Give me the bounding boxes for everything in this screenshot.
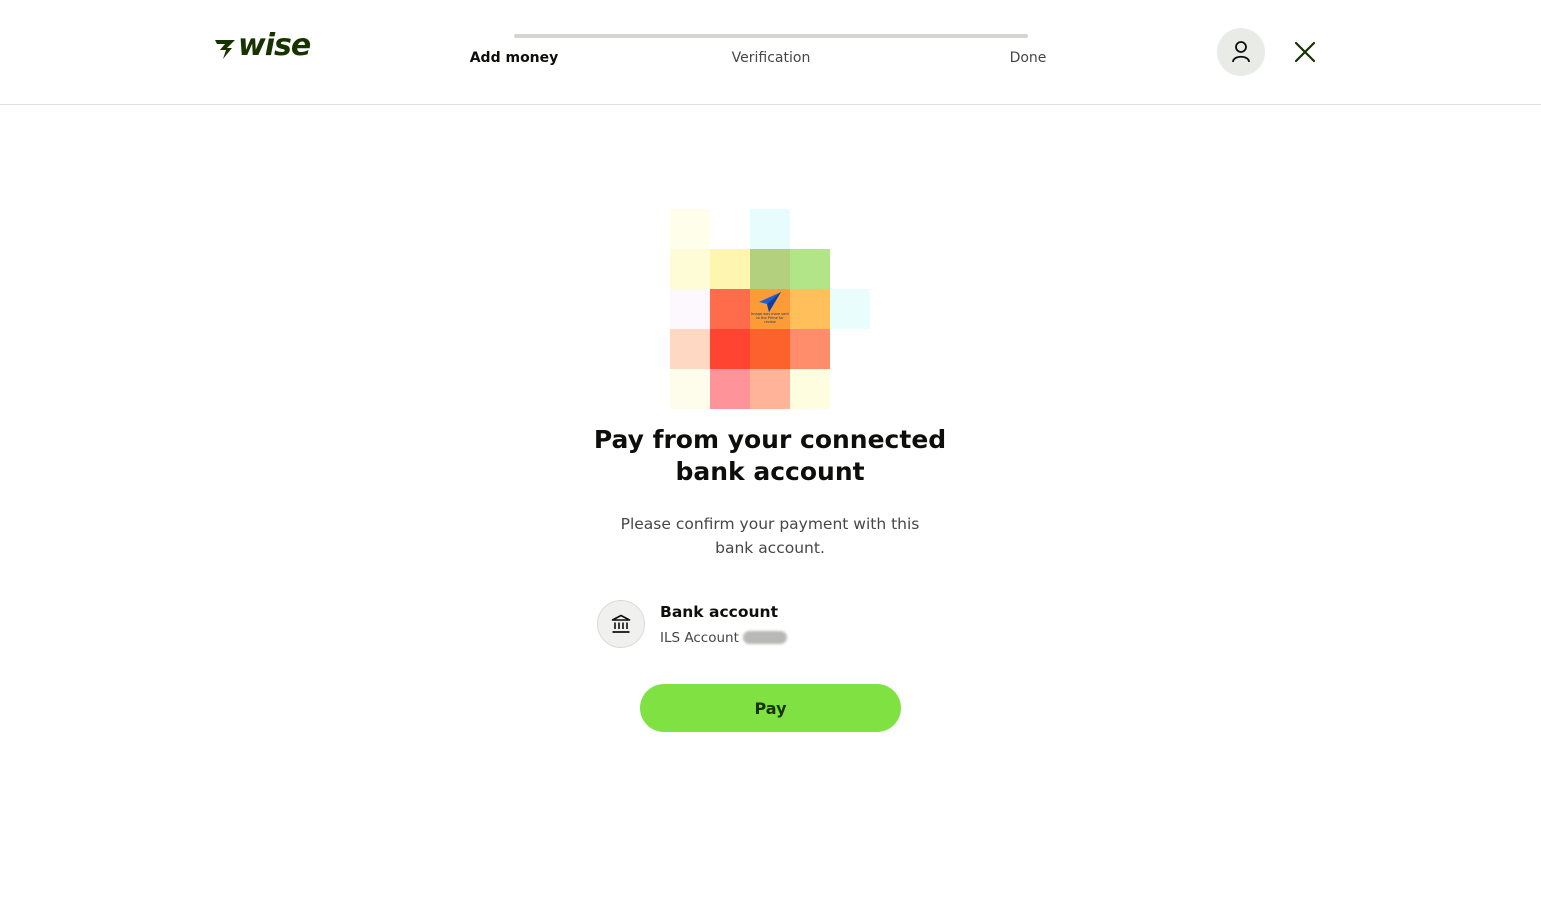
illustration-tile xyxy=(670,249,710,289)
bank-account-type: ILS Account xyxy=(660,630,739,646)
top-bar: WISE Add money Verification Done xyxy=(0,0,1541,105)
plane-badge: Image was more sent to the Prime for rev… xyxy=(750,289,790,329)
illustration-tile xyxy=(710,289,750,329)
close-button[interactable] xyxy=(1289,36,1321,68)
illustration-tile xyxy=(750,329,790,369)
step-done: Done xyxy=(1009,50,1047,66)
step-verification: Verification xyxy=(731,50,811,66)
bank-icon xyxy=(611,614,631,633)
illustration-tile xyxy=(790,249,830,289)
illustration-tile xyxy=(670,289,710,329)
illustration-tile xyxy=(670,369,710,409)
bank-account-name: Bank account xyxy=(660,603,778,621)
illustration-tile xyxy=(670,329,710,369)
profile-button[interactable] xyxy=(1217,28,1265,76)
wise-logo[interactable]: WISE xyxy=(213,28,321,64)
illustration-tile xyxy=(750,369,790,409)
illustration-tile xyxy=(710,369,750,409)
step-add-money: Add money xyxy=(469,50,559,66)
close-icon xyxy=(1295,42,1315,62)
paper-plane-icon xyxy=(759,292,781,312)
wise-flag-icon xyxy=(215,40,235,59)
illustration-tile xyxy=(670,209,710,249)
user-icon xyxy=(1232,41,1250,63)
image-caption: Image was more sent to the Prime for rev… xyxy=(751,312,789,324)
bank-account-item: Bank account ILS Account xyxy=(597,600,897,648)
page-subtitle: Please confirm your payment with this ba… xyxy=(620,515,920,557)
illustration-tile xyxy=(710,249,750,289)
illustration-tile xyxy=(710,329,750,369)
progress-track xyxy=(514,34,1028,38)
illustration-tile xyxy=(830,289,870,329)
pay-button[interactable]: Pay xyxy=(640,684,901,732)
page-title: Pay from your connected bank account xyxy=(593,425,947,486)
wise-wordmark: WISE xyxy=(238,28,311,63)
illustration-tile xyxy=(790,289,830,329)
illustration-tile xyxy=(750,249,790,289)
illustration-tile xyxy=(790,369,830,409)
illustration-tile xyxy=(790,329,830,369)
illustration-tile xyxy=(750,209,790,249)
bank-icon-circle xyxy=(597,600,645,648)
masked-account-number xyxy=(742,631,787,644)
bank-account-detail: ILS Account xyxy=(660,630,787,646)
